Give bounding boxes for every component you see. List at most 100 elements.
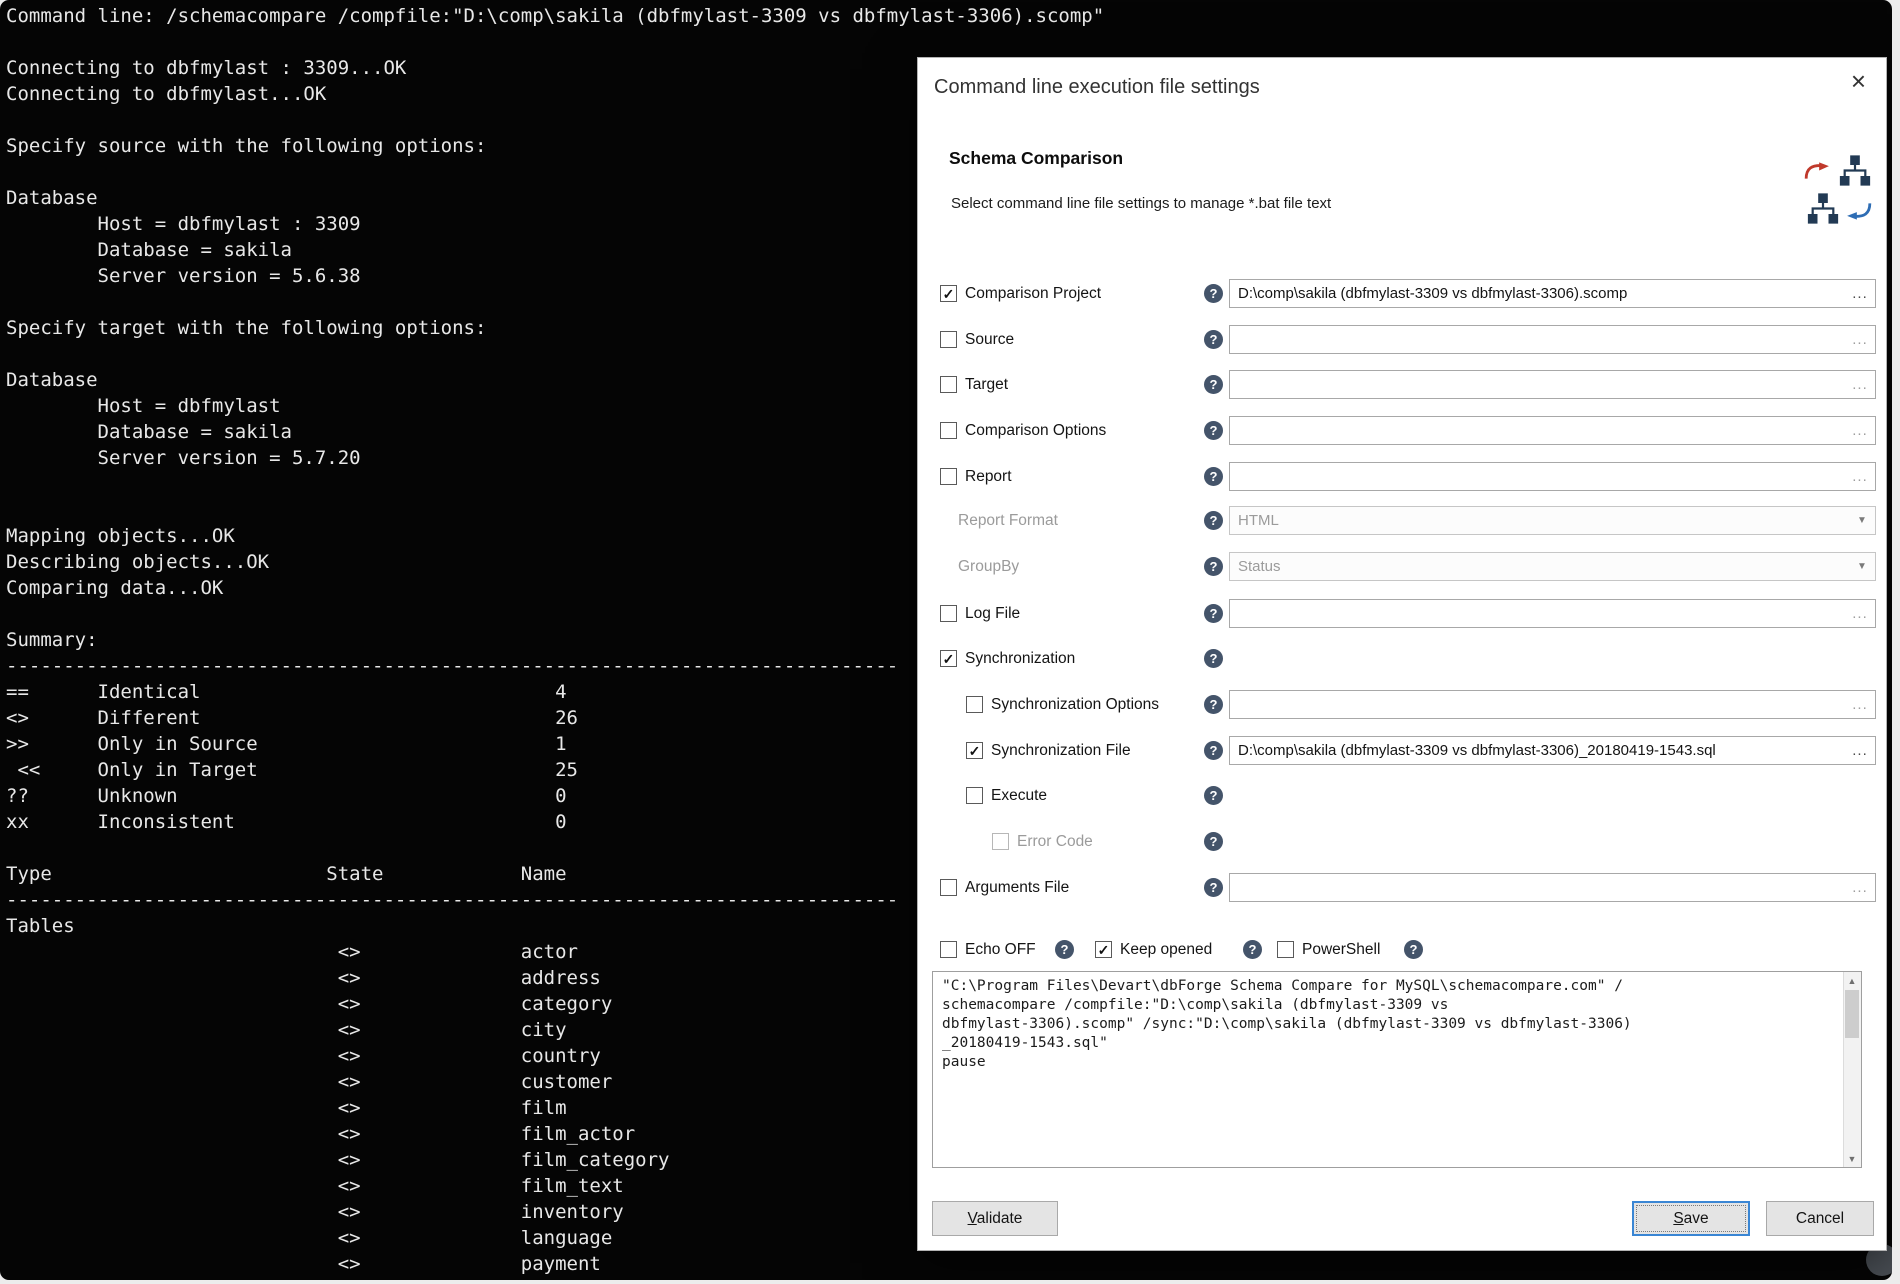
report-format-value: HTML: [1230, 512, 1849, 529]
source-label: Source: [965, 331, 1014, 349]
arguments-file-label: Arguments File: [965, 879, 1069, 897]
report-format-label: Report Format: [958, 512, 1058, 530]
help-icon[interactable]: ?: [1055, 940, 1074, 959]
scrollbar-thumb[interactable]: [1845, 990, 1859, 1038]
blue-arrow-icon: [1846, 202, 1872, 220]
help-icon[interactable]: ?: [1404, 940, 1423, 959]
target-label: Target: [965, 376, 1008, 394]
help-icon[interactable]: ?: [1204, 330, 1223, 349]
browse-button[interactable]: ...: [1845, 605, 1875, 622]
execute-label: Execute: [991, 787, 1047, 805]
report-label: Report: [965, 468, 1012, 486]
report-format-dropdown: HTML ▼: [1229, 506, 1876, 535]
sitemap-icon: [1806, 192, 1840, 225]
browse-button[interactable]: ...: [1845, 376, 1875, 393]
checkmark-icon: ✓: [943, 652, 955, 666]
save-button-label: Save: [1673, 1210, 1708, 1228]
groupby-value: Status: [1230, 558, 1849, 575]
browse-button[interactable]: ...: [1845, 879, 1875, 896]
row-comparison-options: Comparison Options ? ...: [940, 414, 1876, 448]
echo-off-checkbox[interactable]: [940, 941, 957, 958]
row-execute: Execute ?: [940, 779, 1876, 813]
dialog-title: Command line execution file settings: [934, 76, 1260, 99]
help-icon[interactable]: ?: [1204, 878, 1223, 897]
powershell-checkbox[interactable]: [1277, 941, 1294, 958]
browse-button[interactable]: ...: [1845, 422, 1875, 439]
row-synchronization: ✓ Synchronization ?: [940, 642, 1876, 676]
scroll-down-icon[interactable]: ▼: [1844, 1150, 1860, 1167]
log-file-checkbox[interactable]: [940, 605, 957, 622]
arguments-file-input[interactable]: ...: [1229, 873, 1876, 902]
target-input[interactable]: ...: [1229, 370, 1876, 399]
error-code-label: Error Code: [1017, 833, 1093, 851]
synchronization-file-value: D:\comp\sakila (dbfmylast-3309 vs dbfmyl…: [1230, 742, 1845, 759]
cancel-button[interactable]: Cancel: [1766, 1201, 1874, 1236]
row-source: Source ? ...: [940, 323, 1876, 357]
comparison-project-input[interactable]: D:\comp\sakila (dbfmylast-3309 vs dbfmyl…: [1229, 279, 1876, 308]
row-groupby: GroupBy ? Status ▼: [940, 550, 1876, 584]
help-icon[interactable]: ?: [1204, 421, 1223, 440]
browse-button[interactable]: ...: [1845, 468, 1875, 485]
execute-checkbox[interactable]: [966, 787, 983, 804]
row-comparison-project: ✓ Comparison Project ? D:\comp\sakila (d…: [940, 277, 1876, 311]
comparison-project-label: Comparison Project: [965, 285, 1101, 303]
log-file-input[interactable]: ...: [1229, 599, 1876, 628]
source-input[interactable]: ...: [1229, 325, 1876, 354]
row-log-file: Log File ? ...: [940, 597, 1876, 631]
report-input[interactable]: ...: [1229, 462, 1876, 491]
browse-button[interactable]: ...: [1845, 742, 1875, 759]
bat-file-text[interactable]: "C:\Program Files\Devart\dbForge Schema …: [933, 972, 1844, 1167]
scrollbar[interactable]: ▲ ▼: [1843, 972, 1861, 1167]
synchronization-options-checkbox[interactable]: [966, 696, 983, 713]
comparison-options-checkbox[interactable]: [940, 422, 957, 439]
validate-button[interactable]: Validate: [932, 1201, 1058, 1236]
help-icon[interactable]: ?: [1204, 832, 1223, 851]
chevron-down-icon: ▼: [1849, 561, 1875, 572]
help-icon[interactable]: ?: [1204, 604, 1223, 623]
browse-button[interactable]: ...: [1845, 696, 1875, 713]
close-icon[interactable]: ×: [1851, 68, 1866, 94]
section-subtitle: Select command line file settings to man…: [951, 195, 1331, 212]
comparison-project-checkbox[interactable]: ✓: [940, 285, 957, 302]
synchronization-options-input[interactable]: ...: [1229, 690, 1876, 719]
target-checkbox[interactable]: [940, 376, 957, 393]
browse-button[interactable]: ...: [1845, 331, 1875, 348]
help-icon[interactable]: ?: [1204, 511, 1223, 530]
row-report: Report ? ...: [940, 460, 1876, 494]
synchronization-file-checkbox[interactable]: ✓: [966, 742, 983, 759]
schema-comparison-sync-icon: [1804, 154, 1876, 228]
powershell-label: PowerShell: [1302, 941, 1380, 959]
synchronization-file-label: Synchronization File: [991, 742, 1131, 760]
browse-button[interactable]: ...: [1845, 285, 1875, 302]
synchronization-label: Synchronization: [965, 650, 1075, 668]
help-icon[interactable]: ?: [1204, 557, 1223, 576]
arguments-file-checkbox[interactable]: [940, 879, 957, 896]
save-button[interactable]: Save: [1632, 1201, 1750, 1236]
row-synchronization-file: ✓ Synchronization File ? D:\comp\sakila …: [940, 734, 1876, 768]
error-code-checkbox: [992, 833, 1009, 850]
synchronization-checkbox[interactable]: ✓: [940, 650, 957, 667]
command-line-settings-dialog: Command line execution file settings × S…: [917, 57, 1887, 1251]
help-icon[interactable]: ?: [1204, 375, 1223, 394]
chevron-down-icon: ▼: [1849, 515, 1875, 526]
help-icon[interactable]: ?: [1204, 649, 1223, 668]
help-icon[interactable]: ?: [1204, 786, 1223, 805]
scroll-up-icon[interactable]: ▲: [1844, 972, 1860, 989]
bat-file-preview[interactable]: "C:\Program Files\Devart\dbForge Schema …: [932, 971, 1862, 1168]
report-checkbox[interactable]: [940, 468, 957, 485]
keep-opened-checkbox[interactable]: ✓: [1095, 941, 1112, 958]
help-icon[interactable]: ?: [1204, 741, 1223, 760]
row-report-format: Report Format ? HTML ▼: [940, 504, 1876, 538]
help-icon[interactable]: ?: [1204, 467, 1223, 486]
comparison-project-value: D:\comp\sakila (dbfmylast-3309 vs dbfmyl…: [1230, 285, 1845, 302]
cancel-button-label: Cancel: [1796, 1210, 1844, 1228]
source-checkbox[interactable]: [940, 331, 957, 348]
synchronization-file-input[interactable]: D:\comp\sakila (dbfmylast-3309 vs dbfmyl…: [1229, 736, 1876, 765]
comparison-options-input[interactable]: ...: [1229, 416, 1876, 445]
help-icon[interactable]: ?: [1204, 284, 1223, 303]
groupby-label: GroupBy: [958, 558, 1019, 576]
screen-frame: Command line: /schemacompare /compfile:"…: [0, 0, 1892, 1280]
help-icon[interactable]: ?: [1204, 695, 1223, 714]
validate-button-label: Validate: [968, 1210, 1023, 1228]
help-icon[interactable]: ?: [1243, 940, 1262, 959]
